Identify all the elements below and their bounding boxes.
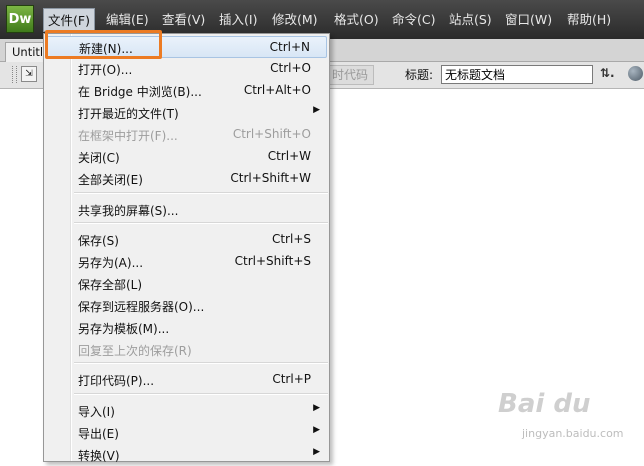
menu-item-label: 回复至上次的保存(R) (78, 344, 192, 358)
menu-item-export[interactable]: 导出(E) ▶ (46, 422, 327, 444)
menu-item-shortcut: Ctrl+N (269, 40, 310, 54)
menu-item-label: 保存全部(L) (78, 278, 143, 292)
menu-item-shortcut: Ctrl+Shift+S (234, 254, 311, 268)
menu-item-label: 在 Bridge 中浏览(B)... (78, 85, 202, 99)
menu-item-label: 打印代码(P)... (78, 374, 155, 388)
menu-separator (74, 393, 328, 395)
menu-item-save-as-template[interactable]: 另存为模板(M)... (46, 317, 327, 339)
menu-item-convert[interactable]: 转换(V) ▶ (46, 444, 327, 466)
menu-item-shortcut: Ctrl+W (267, 149, 311, 163)
menu-item-label: 打开最近的文件(T) (78, 107, 179, 121)
menu-window[interactable]: 窗口(W) (505, 10, 552, 30)
title-label: 标题: (405, 68, 434, 82)
menu-item-label: 打开(O)... (78, 63, 133, 77)
title-input[interactable] (441, 65, 593, 84)
menu-item-save-as[interactable]: 另存为(A)... Ctrl+Shift+S (46, 251, 327, 273)
submenu-arrow-icon: ▶ (313, 425, 320, 435)
watermark-logo: Bai du (498, 389, 591, 419)
menu-item-save-to-remote[interactable]: 保存到远程服务器(O)... (46, 295, 327, 317)
menu-item-save-all[interactable]: 保存全部(L) (46, 273, 327, 295)
live-code-button[interactable]: 时代码 (326, 65, 374, 85)
menu-item-shortcut: Ctrl+Shift+O (232, 127, 311, 141)
menu-modify[interactable]: 修改(M) (272, 10, 318, 30)
menu-item-shortcut: Ctrl+S (271, 232, 311, 246)
menu-item-shortcut: Ctrl+O (270, 61, 311, 75)
menu-view[interactable]: 查看(V) (162, 10, 205, 30)
menu-item-shortcut: Ctrl+Alt+O (243, 83, 311, 97)
menu-item-open-in-frame: 在框架中打开(F)... Ctrl+Shift+O (46, 124, 327, 146)
menu-edit[interactable]: 编辑(E) (106, 10, 149, 30)
browser-preview-icon[interactable] (628, 66, 643, 81)
menu-item-label: 全部关闭(E) (78, 173, 143, 187)
menu-item-close-all[interactable]: 全部关闭(E) Ctrl+Shift+W (46, 168, 327, 190)
submenu-arrow-icon: ▶ (313, 105, 320, 115)
submenu-arrow-icon: ▶ (313, 447, 320, 457)
menu-help[interactable]: 帮助(H) (567, 10, 611, 30)
menu-item-label: 保存到远程服务器(O)... (78, 300, 205, 314)
menu-item-label: 导入(I) (78, 405, 115, 419)
menu-commands[interactable]: 命令(C) (392, 10, 435, 30)
menu-item-label: 在框架中打开(F)... (78, 129, 178, 143)
file-management-icon[interactable]: ⇅. (600, 66, 615, 80)
menu-item-import[interactable]: 导入(I) ▶ (46, 400, 327, 422)
menu-item-label: 关闭(C) (78, 151, 120, 165)
menu-separator (74, 192, 328, 194)
menu-item-label: 另存为(A)... (78, 256, 144, 270)
menu-item-browse-bridge[interactable]: 在 Bridge 中浏览(B)... Ctrl+Alt+O (46, 80, 327, 102)
menu-item-label: 转换(V) (78, 449, 120, 463)
menu-item-label: 另存为模板(M)... (78, 322, 170, 336)
menu-item-print-code[interactable]: 打印代码(P)... Ctrl+P (46, 369, 327, 391)
menu-format[interactable]: 格式(O) (334, 10, 379, 30)
submenu-arrow-icon: ▶ (313, 403, 320, 413)
code-view-icon[interactable]: ⇲ (21, 66, 37, 82)
menu-item-close[interactable]: 关闭(C) Ctrl+W (46, 146, 327, 168)
menu-item-open-recent[interactable]: 打开最近的文件(T) ▶ (46, 102, 327, 124)
menu-insert[interactable]: 插入(I) (219, 10, 257, 30)
menu-item-label: 导出(E) (78, 427, 119, 441)
toolbar-grip-handle[interactable] (12, 66, 17, 83)
menu-separator (74, 362, 328, 364)
dreamweaver-logo: Dw (6, 5, 34, 33)
baidu-jingyan-watermark: Bai du jingyan.baidu.com (494, 385, 642, 455)
menu-separator (74, 222, 328, 224)
file-menu-dropdown: 新建(N)... Ctrl+N 打开(O)... Ctrl+O 在 Bridge 中浏览… (43, 33, 330, 463)
annotation-highlight-box (45, 30, 162, 59)
menu-item-save[interactable]: 保存(S) Ctrl+S (46, 229, 327, 251)
menu-item-revert: 回复至上次的保存(R) (46, 339, 327, 361)
menu-file[interactable]: 文件(F) (43, 8, 95, 32)
menu-item-open[interactable]: 打开(O)... Ctrl+O (46, 58, 327, 80)
menu-item-shortcut: Ctrl+P (272, 372, 311, 386)
menu-site[interactable]: 站点(S) (449, 10, 492, 30)
menu-item-shortcut: Ctrl+Shift+W (230, 171, 311, 185)
menu-item-share-screen[interactable]: 共享我的屏幕(S)... (46, 199, 327, 221)
menu-item-label: 共享我的屏幕(S)... (78, 204, 179, 218)
watermark-subtitle: jingyan.baidu.com (522, 427, 624, 440)
menu-item-label: 保存(S) (78, 234, 119, 248)
